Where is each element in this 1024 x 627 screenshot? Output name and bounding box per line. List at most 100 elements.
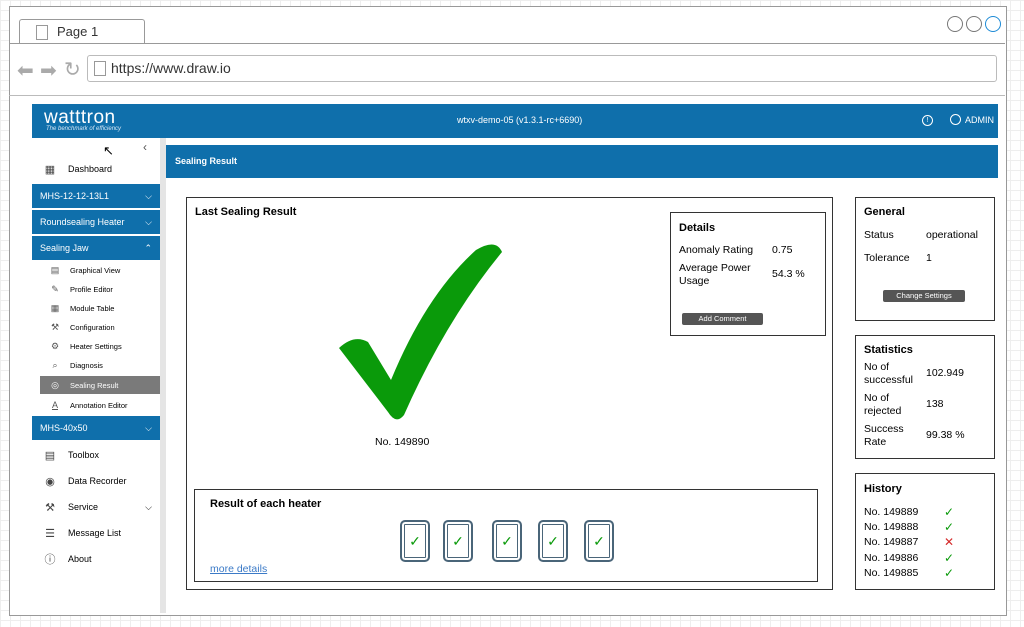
- heater-result-3[interactable]: ✓: [492, 520, 522, 562]
- url-text: https://www.draw.io: [111, 60, 231, 76]
- sidebar-item-diagnosis[interactable]: ⌕ Diagnosis: [40, 356, 160, 374]
- sidebar-item-module-table[interactable]: ▦ Module Table: [40, 299, 160, 317]
- sidebar-item-dashboard[interactable]: ▦ Dashboard: [32, 157, 160, 181]
- info-icon: ⓘ: [44, 554, 56, 566]
- sidebar-item-sealing-result[interactable]: ◎ Sealing Result: [40, 376, 160, 394]
- statistics-title: Statistics: [864, 344, 913, 356]
- cross-icon: ✕: [944, 535, 955, 549]
- collapse-sidebar-icon[interactable]: ‹: [143, 140, 147, 154]
- rejected-label: No of rejected: [864, 392, 902, 417]
- sidebar-item-annotation-editor[interactable]: A Annotation Editor: [40, 396, 160, 414]
- details-title: Details: [679, 222, 716, 234]
- heater-result-5[interactable]: ✓: [584, 520, 614, 562]
- general-title: General: [864, 206, 905, 218]
- chevron-up-icon: ⌃: [144, 242, 152, 253]
- power-value: 54.3 %: [772, 268, 805, 280]
- device-title: wtxv-demo-05 (v1.3.1-rc+6690): [457, 115, 583, 125]
- check-icon: ✓: [944, 520, 955, 534]
- sidebar-item-label: Diagnosis: [70, 360, 103, 370]
- window-maximize-button[interactable]: [966, 16, 982, 32]
- user-name: ADMIN: [965, 114, 994, 125]
- sidebar-group-label: Roundsealing Heater: [40, 217, 125, 227]
- sidebar-group-sealing-jaw[interactable]: Sealing Jaw ⌃: [32, 236, 160, 260]
- history-item[interactable]: No. 149887: [864, 536, 918, 548]
- sidebar-item-label: About: [68, 554, 92, 564]
- history-title: History: [864, 483, 902, 495]
- table-icon: ▦: [50, 302, 60, 313]
- mouse-cursor-icon: ↖: [103, 143, 114, 158]
- chevron-down-icon: ⌵: [145, 190, 152, 201]
- page-icon: [94, 61, 106, 76]
- sidebar-item-graphical-view[interactable]: ▤ Graphical View: [40, 261, 160, 279]
- brand-tagline: The benchmark of efficiency: [46, 126, 122, 132]
- sidebar-item-label: Dashboard: [68, 164, 113, 174]
- reload-icon[interactable]: ↻: [64, 57, 81, 82]
- sidebar-item-label: Module Table: [70, 303, 115, 313]
- sidebar-edge: [160, 138, 166, 613]
- page-title: Sealing Result: [175, 156, 238, 166]
- check-circle-icon: ◎: [51, 379, 59, 390]
- sidebar-item-service[interactable]: ⚒ Service ⌵: [32, 495, 160, 519]
- text-annotation-icon: A: [51, 400, 58, 410]
- zoom-icon: ⌕: [52, 359, 58, 370]
- result-number: No. 149890: [375, 436, 430, 448]
- forward-arrow-icon[interactable]: ➡: [40, 58, 57, 83]
- sidebar-item-label: Graphical View: [70, 265, 121, 275]
- sidebar-item-heater-settings[interactable]: ⚙ Heater Settings: [40, 337, 160, 355]
- address-bar[interactable]: https://www.draw.io: [87, 55, 997, 82]
- chevron-down-icon: ⌵: [145, 216, 152, 227]
- tolerance-label: Tolerance: [864, 252, 910, 264]
- user-icon: [950, 114, 961, 125]
- add-comment-button[interactable]: Add Comment: [682, 313, 763, 325]
- sidebar-group-label: MHS-40x50: [40, 423, 88, 433]
- sidebar-group-mhs-12[interactable]: MHS-12-12-13L1 ⌵: [32, 184, 160, 208]
- sidebar-item-label: Annotation Editor: [70, 400, 128, 410]
- heater-result-2[interactable]: ✓: [443, 520, 473, 562]
- anomaly-value: 0.75: [772, 244, 793, 256]
- window-close-button[interactable]: [985, 16, 1001, 32]
- info-icon[interactable]: !: [922, 115, 933, 126]
- sidebar-item-about[interactable]: ⓘ About: [32, 547, 160, 571]
- history-item[interactable]: No. 149886: [864, 552, 918, 564]
- tab-label: Page 1: [57, 24, 99, 39]
- page-icon: [36, 25, 48, 40]
- status-label: Status: [864, 229, 894, 241]
- chevron-down-icon: ⌵: [145, 422, 152, 433]
- pencil-icon: ✎: [51, 283, 59, 294]
- successful-label: No of successful: [864, 361, 914, 386]
- sidebar-item-profile-editor[interactable]: ✎ Profile Editor: [40, 280, 160, 298]
- rejected-value: 138: [926, 398, 944, 410]
- change-settings-button[interactable]: Change Settings: [883, 290, 965, 302]
- back-arrow-icon[interactable]: ⬅: [17, 58, 34, 83]
- browser-tab[interactable]: Page 1: [19, 19, 145, 44]
- check-icon: ✓: [944, 566, 955, 580]
- window-minimize-button[interactable]: [947, 16, 963, 32]
- sidebar-item-label: Profile Editor: [70, 284, 113, 294]
- last-result-title: Last Sealing Result: [195, 206, 297, 218]
- more-details-link[interactable]: more details: [210, 563, 267, 575]
- history-item[interactable]: No. 149889: [864, 506, 918, 518]
- sidebar-group-mhs-40x50[interactable]: MHS-40x50 ⌵: [32, 416, 160, 440]
- sidebar-group-roundsealing[interactable]: Roundsealing Heater ⌵: [32, 210, 160, 234]
- record-icon: ◉: [45, 475, 55, 488]
- gear-icon: ⚙: [50, 340, 60, 351]
- toolbox-icon: ▤: [44, 449, 56, 462]
- sidebar-item-toolbox[interactable]: ▤ Toolbox: [32, 443, 160, 467]
- sidebar-item-data-recorder[interactable]: ◉ Data Recorder: [32, 469, 160, 493]
- sidebar-group-label: Sealing Jaw: [40, 243, 89, 253]
- wrench-icon: ⚒: [45, 501, 55, 514]
- tab-divider: [9, 43, 1005, 44]
- history-item[interactable]: No. 149888: [864, 521, 918, 533]
- sidebar-item-message-list[interactable]: ☰ Message List: [32, 521, 160, 545]
- heater-result-4[interactable]: ✓: [538, 520, 568, 562]
- sidebar-item-configuration[interactable]: ⚒ Configuration: [40, 318, 160, 336]
- success-rate-label: Success Rate: [864, 423, 904, 448]
- heater-result-1[interactable]: ✓: [400, 520, 430, 562]
- sidebar-item-label: Configuration: [70, 322, 115, 332]
- status-value: operational: [926, 229, 978, 241]
- history-item[interactable]: No. 149885: [864, 567, 918, 579]
- app-header: watttron The benchmark of efficiency wtx…: [32, 104, 998, 138]
- success-check-icon: [339, 244, 502, 420]
- user-menu[interactable]: ADMIN: [950, 114, 994, 125]
- list-icon: ☰: [45, 527, 55, 540]
